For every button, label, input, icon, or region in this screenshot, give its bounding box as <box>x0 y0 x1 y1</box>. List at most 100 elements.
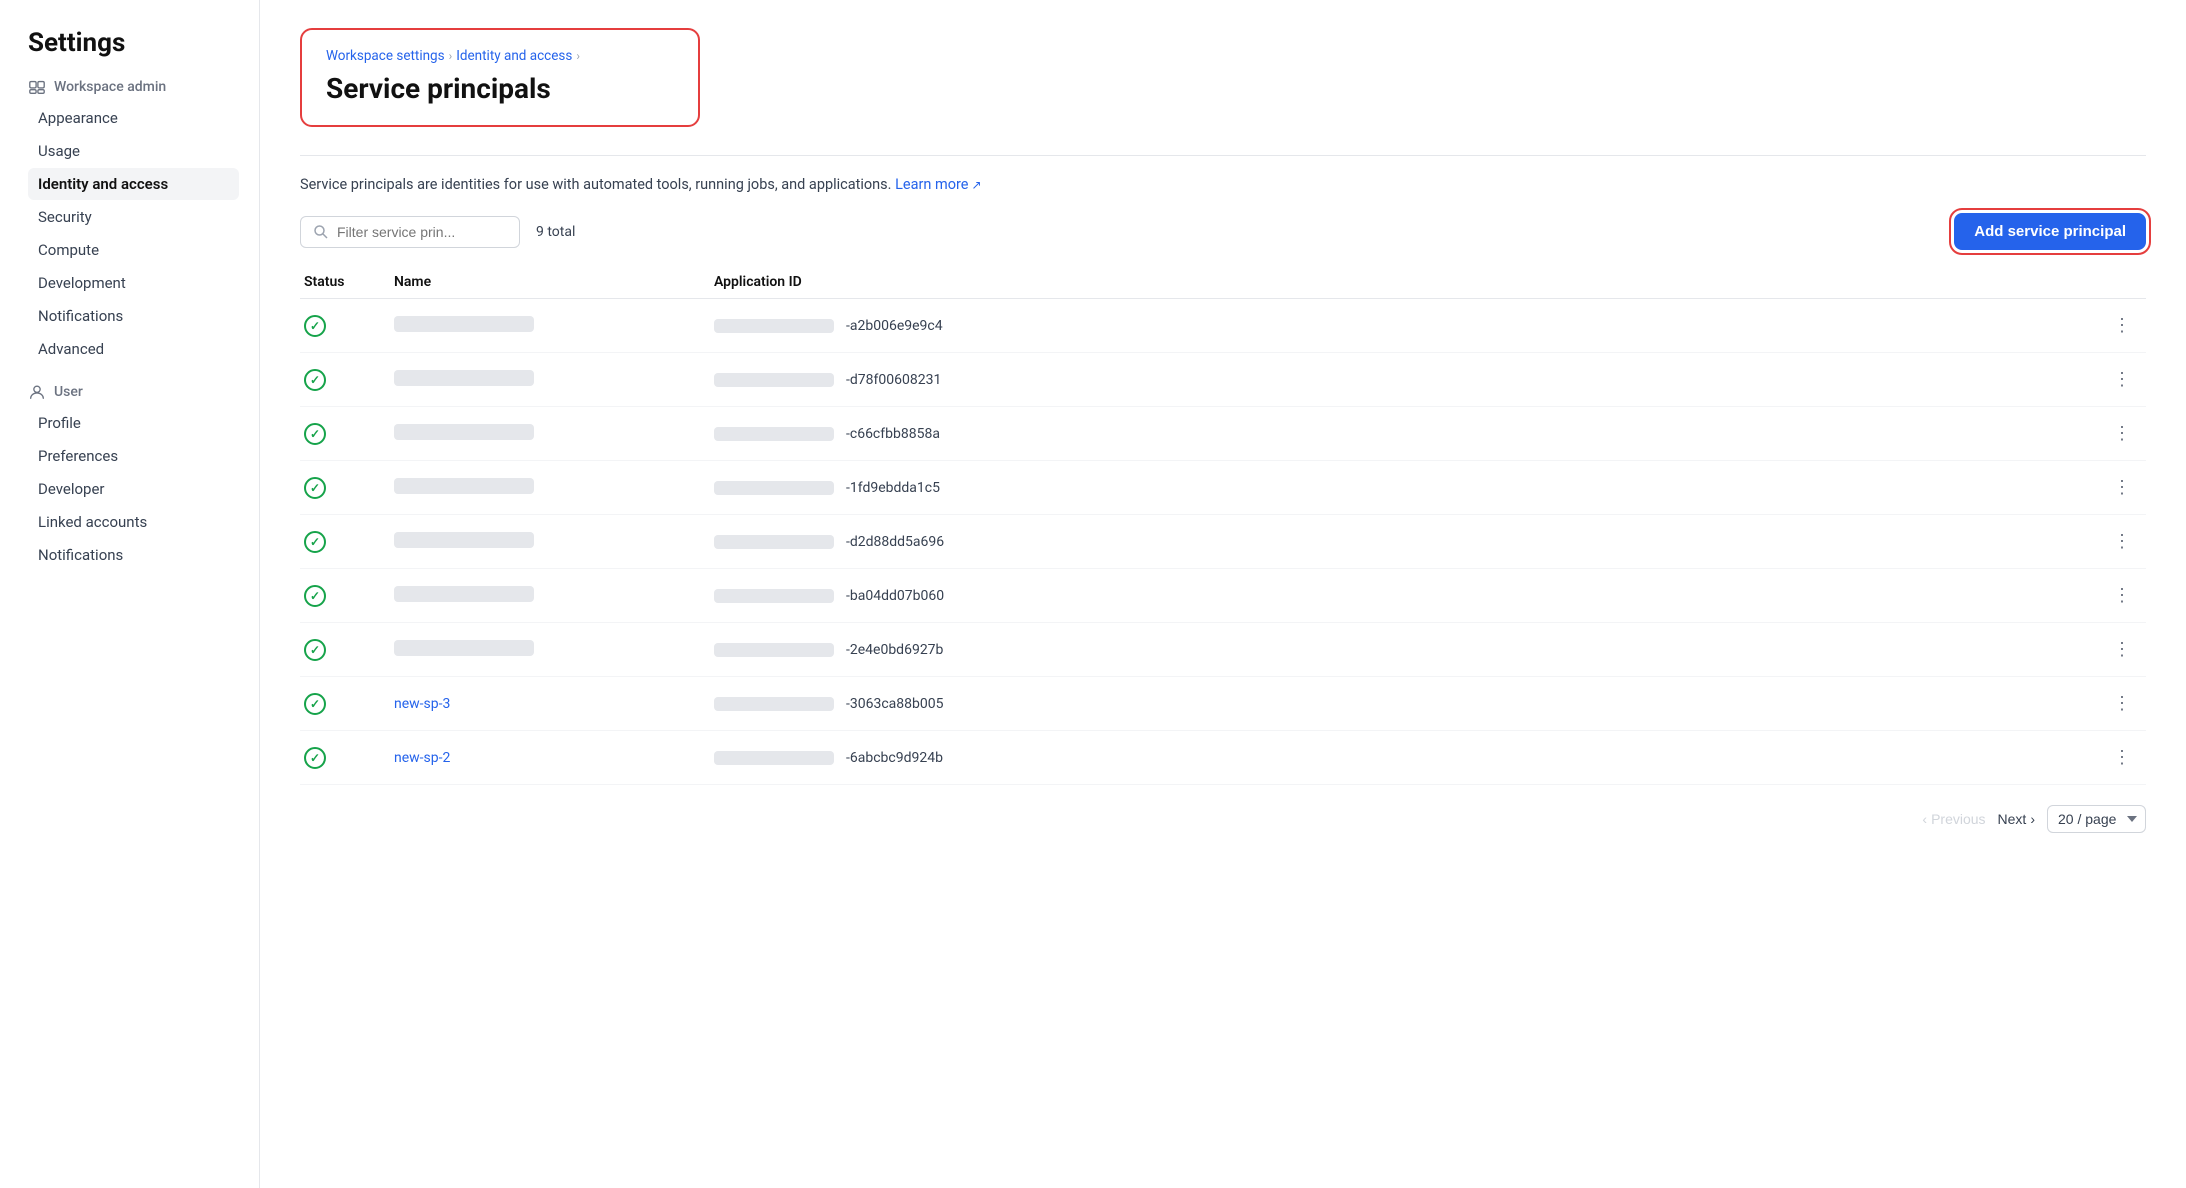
col-app-id: Application ID <box>714 274 2102 290</box>
user-label: User <box>54 384 83 400</box>
workspace-admin-section: Workspace admin <box>28 78 259 96</box>
name-cell[interactable]: new-sp-3 <box>394 696 714 712</box>
table-row: -c66cfbb8858a⋮ <box>300 407 2146 461</box>
name-cell <box>394 640 714 660</box>
status-cell <box>304 747 394 769</box>
row-more-button[interactable]: ⋮ <box>2102 473 2142 502</box>
status-cell <box>304 315 394 337</box>
prev-chevron: ‹ <box>1922 811 1927 827</box>
app-id-cell: -2e4e0bd6927b <box>714 642 2102 658</box>
name-cell <box>394 370 714 390</box>
row-more-button[interactable]: ⋮ <box>2102 689 2142 718</box>
row-more-button[interactable]: ⋮ <box>2102 635 2142 664</box>
search-input[interactable] <box>337 224 507 240</box>
col-status: Status <box>304 274 394 290</box>
name-cell <box>394 478 714 498</box>
page-size-select[interactable]: 10 / page 20 / page 50 / page <box>2047 805 2146 833</box>
sidebar-item-preferences[interactable]: Preferences <box>28 440 239 472</box>
sidebar-item-notifications-ws[interactable]: Notifications <box>28 300 239 332</box>
sidebar-item-development[interactable]: Development <box>28 267 239 299</box>
row-more-button[interactable]: ⋮ <box>2102 581 2142 610</box>
app-id-cell: -1fd9ebdda1c5 <box>714 480 2102 496</box>
active-status-icon <box>304 585 326 607</box>
active-status-icon <box>304 315 326 337</box>
app-id-cell: -d78f00608231 <box>714 372 2102 388</box>
name-cell[interactable]: new-sp-2 <box>394 750 714 766</box>
sidebar-item-advanced[interactable]: Advanced <box>28 333 239 365</box>
name-cell <box>394 316 714 336</box>
workspace-admin-label: Workspace admin <box>54 79 166 95</box>
sidebar: Settings Workspace admin AppearanceUsage… <box>0 0 260 1188</box>
previous-label: Previous <box>1931 811 1985 827</box>
status-cell <box>304 639 394 661</box>
status-cell <box>304 693 394 715</box>
sidebar-item-notifications-user[interactable]: Notifications <box>28 539 239 571</box>
toolbar-left: 9 total <box>300 216 575 248</box>
user-section: User <box>28 383 259 401</box>
table-row: -1fd9ebdda1c5⋮ <box>300 461 2146 515</box>
main-content: Workspace settings › Identity and access… <box>260 0 2186 1188</box>
active-status-icon <box>304 369 326 391</box>
name-cell <box>394 424 714 444</box>
next-button[interactable]: Next › <box>1998 811 2035 827</box>
table-rows-container: -a2b006e9e9c4⋮-d78f00608231⋮-c66cfbb8858… <box>300 299 2146 785</box>
col-name: Name <box>394 274 714 290</box>
pagination: ‹ Previous Next › 10 / page 20 / page 50… <box>300 805 2146 833</box>
breadcrumb-workspace[interactable]: Workspace settings <box>326 48 445 64</box>
sidebar-item-linked-accounts[interactable]: Linked accounts <box>28 506 239 538</box>
previous-button[interactable]: ‹ Previous <box>1922 811 1985 827</box>
user-items-list: ProfilePreferencesDeveloperLinked accoun… <box>28 407 259 571</box>
workspace-items-list: AppearanceUsageIdentity and accessSecuri… <box>28 102 259 365</box>
status-cell <box>304 369 394 391</box>
sidebar-item-security[interactable]: Security <box>28 201 239 233</box>
app-id-cell: -c66cfbb8858a <box>714 426 2102 442</box>
active-status-icon <box>304 423 326 445</box>
active-status-icon <box>304 693 326 715</box>
row-more-button[interactable]: ⋮ <box>2102 419 2142 448</box>
app-id-cell: -ba04dd07b060 <box>714 588 2102 604</box>
table-row: -d2d88dd5a696⋮ <box>300 515 2146 569</box>
sidebar-title: Settings <box>28 28 259 58</box>
sidebar-item-compute[interactable]: Compute <box>28 234 239 266</box>
sidebar-item-usage[interactable]: Usage <box>28 135 239 167</box>
app-id-cell: -3063ca88b005 <box>714 696 2102 712</box>
status-cell <box>304 531 394 553</box>
table-row: -a2b006e9e9c4⋮ <box>300 299 2146 353</box>
sidebar-item-developer[interactable]: Developer <box>28 473 239 505</box>
name-cell <box>394 532 714 552</box>
app-id-cell: -a2b006e9e9c4 <box>714 318 2102 334</box>
header-box: Workspace settings › Identity and access… <box>300 28 700 127</box>
row-more-button[interactable]: ⋮ <box>2102 743 2142 772</box>
row-more-button[interactable]: ⋮ <box>2102 527 2142 556</box>
total-count: 9 total <box>536 224 575 240</box>
breadcrumb-sep2: › <box>576 49 580 63</box>
active-status-icon <box>304 639 326 661</box>
breadcrumb-identity[interactable]: Identity and access <box>456 48 572 64</box>
workspace-admin-icon <box>28 78 46 96</box>
table-row: new-sp-2-6abcbc9d924b⋮ <box>300 731 2146 785</box>
add-service-principal-button[interactable]: Add service principal <box>1954 213 2146 250</box>
row-more-button[interactable]: ⋮ <box>2102 365 2142 394</box>
sidebar-item-identity-access[interactable]: Identity and access <box>28 168 239 200</box>
table-row: new-sp-3-3063ca88b005⋮ <box>300 677 2146 731</box>
table-row: -ba04dd07b060⋮ <box>300 569 2146 623</box>
search-icon <box>313 224 329 240</box>
app-id-cell: -d2d88dd5a696 <box>714 534 2102 550</box>
page-title: Service principals <box>326 72 674 105</box>
row-more-button[interactable]: ⋮ <box>2102 311 2142 340</box>
next-label: Next <box>1998 811 2027 827</box>
name-cell <box>394 586 714 606</box>
sidebar-item-profile[interactable]: Profile <box>28 407 239 439</box>
active-status-icon <box>304 531 326 553</box>
breadcrumb: Workspace settings › Identity and access… <box>326 48 674 64</box>
next-chevron: › <box>2030 811 2035 827</box>
table-header: Status Name Application ID <box>300 266 2146 299</box>
col-actions <box>2102 274 2142 290</box>
search-box[interactable] <box>300 216 520 248</box>
active-status-icon <box>304 747 326 769</box>
active-status-icon <box>304 477 326 499</box>
sidebar-item-appearance[interactable]: Appearance <box>28 102 239 134</box>
breadcrumb-sep1: › <box>449 49 453 63</box>
status-cell <box>304 585 394 607</box>
learn-more-link[interactable]: Learn more <box>895 176 981 193</box>
